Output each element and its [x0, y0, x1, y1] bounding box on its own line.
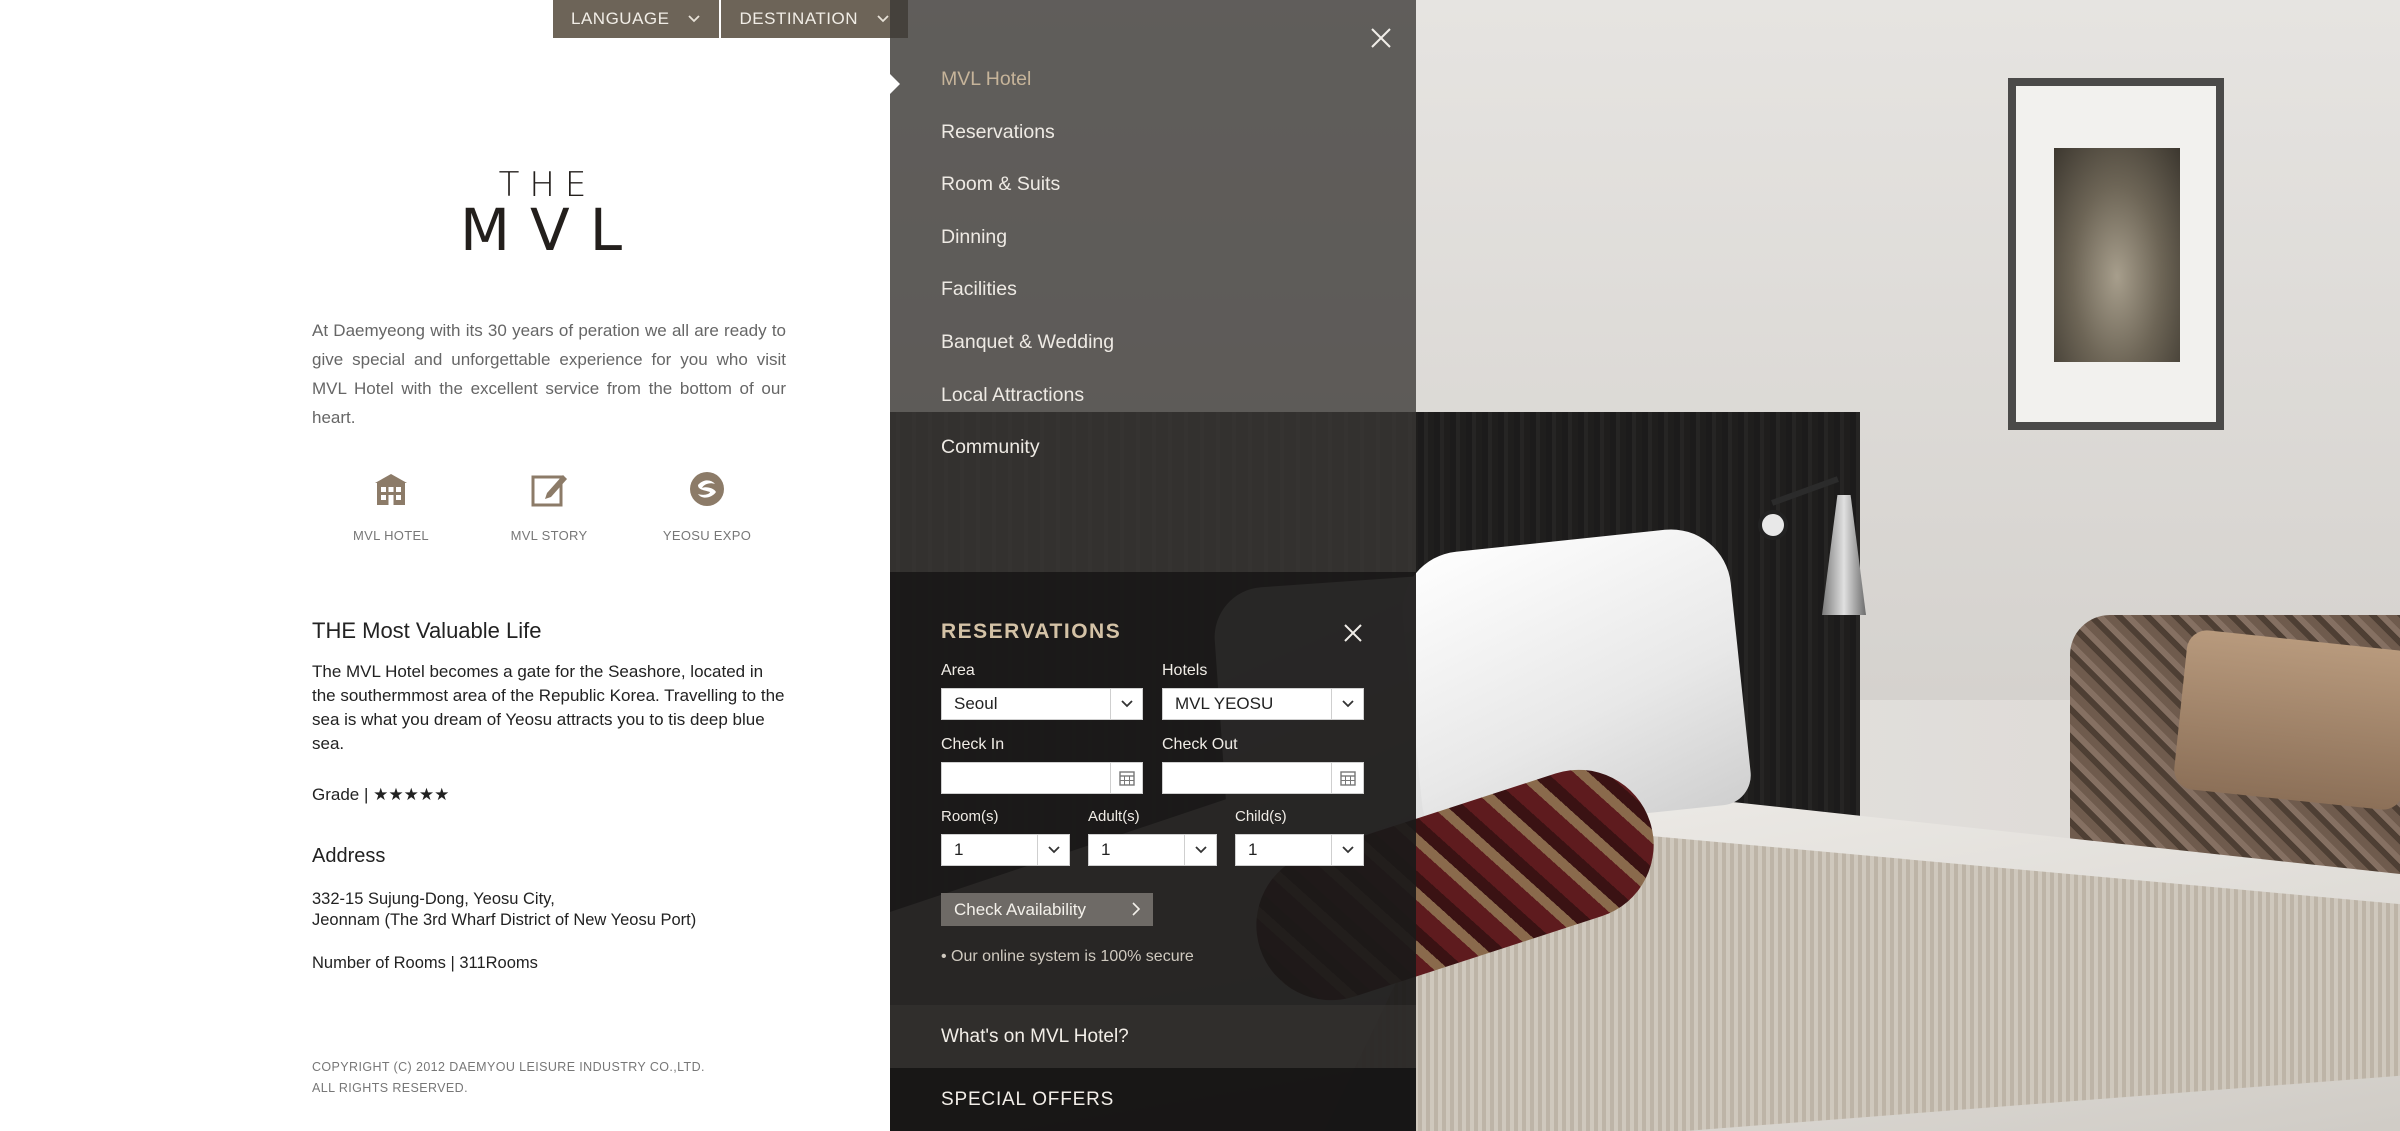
check-in-label: Check In [941, 736, 1005, 753]
check-out-label: Check Out [1162, 736, 1238, 753]
chevron-right-icon [1131, 901, 1141, 922]
logo-line-mvl: MVL [460, 196, 643, 264]
grade-rating: Grade | ★★★★★ [312, 785, 450, 804]
edit-note-icon [528, 468, 570, 510]
children-label: Child(s) [1235, 808, 1287, 825]
copyright-line-1: COPYRIGHT (C) 2012 DAEMYOU LEISURE INDUS… [312, 1060, 705, 1074]
menu-item-room-suits[interactable]: Room & Suits [941, 173, 1114, 226]
copyright-line-2: ALL RIGHTS RESERVED. [312, 1081, 468, 1095]
secure-note: • Our online system is 100% secure [941, 948, 1194, 965]
destination-dropdown[interactable]: DESTINATION [721, 0, 909, 38]
quicklink-yeosu-expo[interactable]: YEOSU EXPO [642, 468, 772, 543]
hotels-select[interactable]: MVL YEOSU [1162, 688, 1364, 720]
menu-item-dinning[interactable]: Dinning [941, 226, 1114, 279]
special-offers-link[interactable]: SPECIAL OFFERS [890, 1068, 1416, 1131]
menu-item-facilities[interactable]: Facilities [941, 278, 1114, 331]
language-label: LANGUAGE [571, 9, 670, 28]
adults-value: 1 [1101, 840, 1111, 859]
top-selector-bar: LANGUAGE DESTINATION [553, 0, 909, 38]
adults-label: Adult(s) [1088, 808, 1140, 825]
area-value: Seoul [954, 694, 998, 713]
info-panel: LANGUAGE DESTINATION THE MVL At Daemyeon… [0, 0, 909, 1131]
check-out-field[interactable] [1162, 762, 1364, 794]
photo-cushion [2172, 628, 2400, 812]
main-menu: MVL Hotel Reservations Room & Suits Dinn… [941, 68, 1114, 489]
menu-pointer-arrow [888, 72, 900, 96]
calendar-icon[interactable] [1110, 763, 1142, 793]
quicklink-label: YEOSU EXPO [662, 528, 752, 543]
calendar-icon[interactable] [1331, 763, 1363, 793]
check-in-input[interactable] [942, 763, 1110, 793]
chevron-down-icon [1110, 689, 1142, 719]
rooms-label: Room(s) [941, 808, 999, 825]
about-text: The MVL Hotel becomes a gate for the Sea… [312, 662, 785, 753]
language-dropdown[interactable]: LANGUAGE [553, 0, 720, 38]
menu-item-local-attractions[interactable]: Local Attractions [941, 384, 1114, 437]
address-line-1: 332-15 Sujung-Dong, Yeosu City, [312, 890, 555, 908]
quick-links: MVL HOTEL MVL STORY YEOSU EXPO [312, 468, 786, 543]
menu-item-banquet-wedding[interactable]: Banquet & Wedding [941, 331, 1114, 384]
hotels-label: Hotels [1162, 662, 1208, 679]
navigation-overlay: MVL Hotel Reservations Room & Suits Dinn… [888, 0, 1416, 1131]
chevron-down-icon [1331, 689, 1363, 719]
rooms-value: 1 [954, 840, 964, 859]
adults-select[interactable]: 1 [1088, 834, 1217, 866]
menu-item-mvl-hotel[interactable]: MVL Hotel [941, 68, 1114, 121]
hotel-building-icon [370, 468, 412, 510]
hotels-value: MVL YEOSU [1175, 694, 1274, 713]
the-mvl-logo[interactable]: THE MVL [460, 165, 635, 259]
quicklink-label: MVL HOTEL [353, 528, 429, 543]
close-icon[interactable] [1368, 25, 1394, 51]
quicklink-mvl-story[interactable]: MVL STORY [484, 468, 614, 543]
menu-item-community[interactable]: Community [941, 436, 1114, 489]
reservation-panel: RESERVATIONS Area Seoul Hotels MVL YEOSU… [890, 572, 1416, 1005]
chevron-down-icon [1184, 835, 1216, 865]
check-out-input[interactable] [1163, 763, 1331, 793]
address-heading: Address [312, 845, 386, 867]
chevron-down-icon [876, 11, 890, 27]
area-select[interactable]: Seoul [941, 688, 1143, 720]
reservation-title: RESERVATIONS [941, 620, 1122, 643]
children-value: 1 [1248, 840, 1258, 859]
about-heading: THE Most Valuable Life [312, 618, 542, 643]
check-availability-label: Check Availability [954, 899, 1086, 919]
area-label: Area [941, 662, 975, 679]
check-availability-button[interactable]: Check Availability [941, 893, 1153, 926]
children-select[interactable]: 1 [1235, 834, 1364, 866]
destination-label: DESTINATION [739, 9, 859, 28]
address-line-2: Jeonnam (The 3rd Wharf District of New Y… [312, 911, 697, 929]
quicklink-mvl-hotel[interactable]: MVL HOTEL [326, 468, 456, 543]
chevron-down-icon [1037, 835, 1069, 865]
copyright: COPYRIGHT (C) 2012 DAEMYOU LEISURE INDUS… [312, 1057, 705, 1099]
photo-lamp-base [1758, 510, 1788, 540]
chevron-down-icon [1331, 835, 1363, 865]
intro-text: At Daemyeong with its 30 years of perati… [312, 321, 786, 427]
chevron-down-icon [687, 11, 701, 27]
room-count: Number of Rooms | 311Rooms [312, 954, 538, 972]
photo-frame-artwork [2054, 148, 2180, 362]
whats-on-link[interactable]: What's on MVL Hotel? [890, 1005, 1416, 1068]
close-icon[interactable] [1342, 622, 1364, 644]
check-in-field[interactable] [941, 762, 1143, 794]
expo-emblem-icon [686, 468, 728, 510]
quicklink-label: MVL STORY [510, 528, 588, 543]
menu-item-reservations[interactable]: Reservations [941, 121, 1114, 174]
rooms-select[interactable]: 1 [941, 834, 1070, 866]
